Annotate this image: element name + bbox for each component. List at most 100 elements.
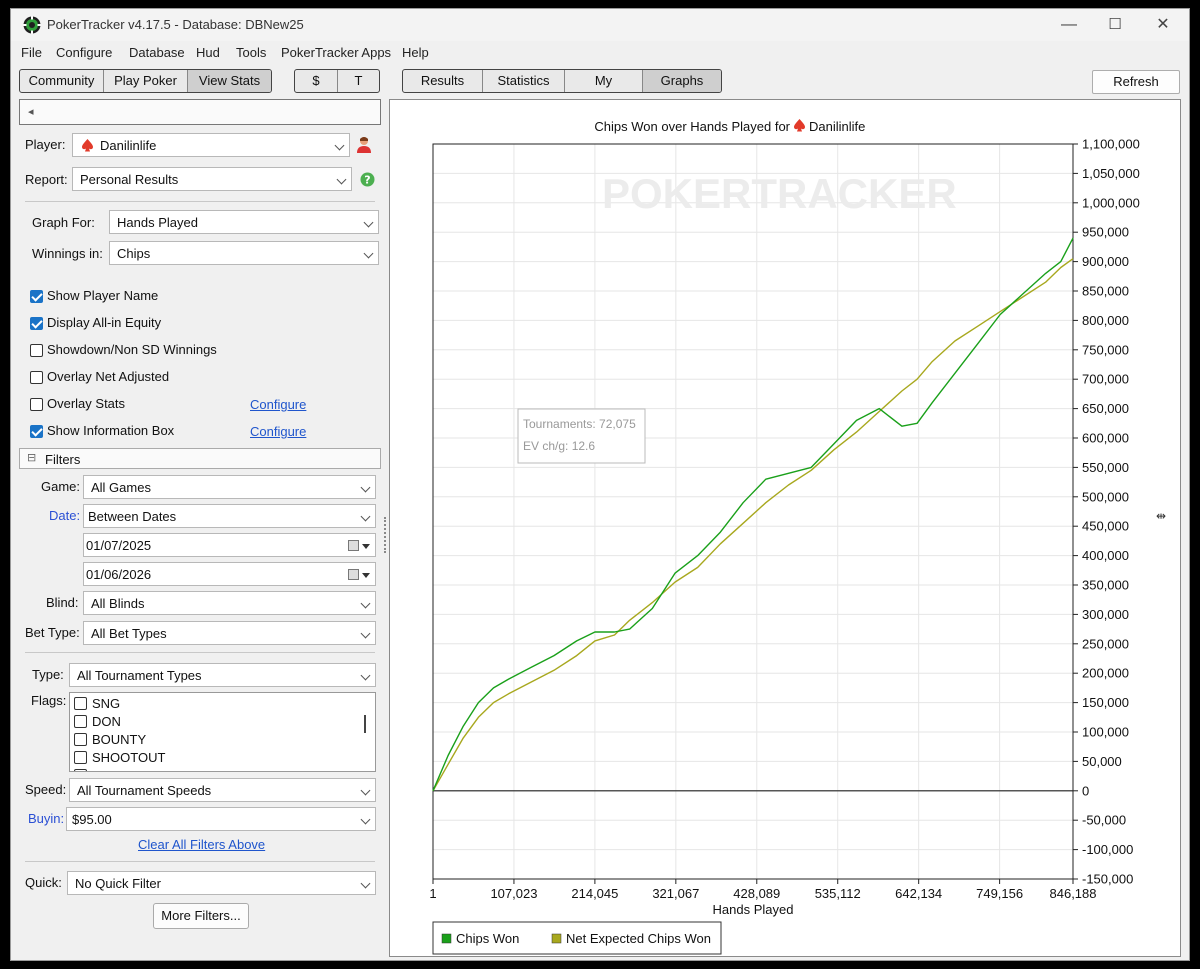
flags-list: SNG DON BOUNTY SHOOTOUT bbox=[69, 692, 376, 772]
chips-won-chart: POKERTRACKER 1,100,000 1,050,000 1,000,000… bbox=[429, 119, 1166, 955]
flag-bounty-checkbox[interactable] bbox=[74, 733, 87, 746]
menu-help[interactable]: Help bbox=[402, 45, 429, 60]
information-box-configure-link[interactable]: Configure bbox=[250, 424, 306, 439]
quick-label: Quick: bbox=[25, 875, 62, 890]
info-ev-chips-per-game: EV ch/g: 12.6 bbox=[523, 439, 595, 453]
x-axis: 1 107,023 214,045 321,067 428,089 535,112 642,… bbox=[429, 879, 1097, 901]
axis-resize-icon[interactable]: ⇹ bbox=[1156, 509, 1166, 523]
showdown-winnings-checkbox[interactable] bbox=[30, 344, 43, 357]
filters-title: Filters bbox=[45, 452, 81, 467]
winnings-in-select[interactable]: Chips bbox=[109, 241, 379, 265]
x-tick-label: 749,156 bbox=[976, 886, 1023, 901]
graph-for-select[interactable]: Hands Played bbox=[109, 210, 379, 234]
x-tick-label: 642,134 bbox=[895, 886, 942, 901]
overlay-stats-configure-link[interactable]: Configure bbox=[250, 397, 306, 412]
date-select[interactable]: Between Dates bbox=[83, 504, 376, 528]
close-button[interactable]: ✕ bbox=[1153, 15, 1173, 35]
flag-don-label: DON bbox=[92, 714, 121, 729]
statistics-button[interactable]: Statistics bbox=[483, 70, 565, 92]
game-select[interactable]: All Games bbox=[83, 475, 376, 499]
refresh-button[interactable]: Refresh bbox=[1092, 70, 1180, 94]
menu-bar: File Configure Database Hud Tools PokerT… bbox=[11, 43, 1189, 63]
overlay-net-adjusted-checkbox[interactable] bbox=[30, 371, 43, 384]
display-all-in-equity-checkbox[interactable] bbox=[30, 317, 43, 330]
calendar-icon bbox=[348, 540, 359, 551]
menu-pokertracker-apps[interactable]: PokerTracker Apps bbox=[281, 45, 391, 60]
y-tick-label: 500,000 bbox=[1082, 489, 1129, 504]
quick-filter-value: No Quick Filter bbox=[75, 876, 161, 891]
buyin-label[interactable]: Buyin: bbox=[28, 811, 64, 826]
date-to-picker[interactable]: 01/06/2026 bbox=[83, 562, 376, 586]
view-stats-button[interactable]: View Stats bbox=[188, 70, 271, 92]
chart-grid bbox=[432, 143, 1074, 880]
blind-label: Blind: bbox=[46, 595, 79, 610]
flag-sng-checkbox[interactable] bbox=[74, 697, 87, 710]
my-reports-button[interactable]: My Reports bbox=[565, 70, 643, 92]
minimize-button[interactable]: — bbox=[1059, 15, 1079, 35]
y-tick-label: 450,000 bbox=[1082, 519, 1129, 534]
info-tournaments: Tournaments: 72,075 bbox=[523, 417, 636, 431]
blind-select[interactable]: All Blinds bbox=[83, 591, 376, 615]
buyin-value: $95.00 bbox=[72, 812, 112, 827]
menu-configure[interactable]: Configure bbox=[56, 45, 112, 60]
tournament-t-button[interactable]: T bbox=[338, 70, 379, 92]
graphs-button[interactable]: Graphs bbox=[643, 70, 721, 92]
player-avatar-icon[interactable] bbox=[356, 136, 372, 154]
flag-shootout-checkbox[interactable] bbox=[74, 751, 87, 764]
chevron-down-icon bbox=[360, 598, 371, 609]
bet-type-select[interactable]: All Bet Types bbox=[83, 621, 376, 645]
community-button[interactable]: Community bbox=[20, 70, 104, 92]
chevron-down-icon bbox=[360, 814, 371, 825]
more-filters-button[interactable]: More Filters... bbox=[153, 903, 249, 929]
flag-bounty-label: BOUNTY bbox=[92, 732, 147, 747]
show-information-box-checkbox[interactable] bbox=[30, 425, 43, 438]
filters-header[interactable]: ⊟ Filters bbox=[19, 448, 381, 469]
menu-file[interactable]: File bbox=[21, 45, 42, 60]
buyin-select[interactable]: $95.00 bbox=[66, 807, 376, 831]
y-axis: 1,100,000 1,050,000 1,000,000 950,000 900,00… bbox=[1073, 137, 1140, 887]
quick-filter-select[interactable]: No Quick Filter bbox=[67, 871, 376, 895]
date-from-picker[interactable]: 01/07/2025 bbox=[83, 533, 376, 557]
flag-next-checkbox[interactable] bbox=[74, 769, 87, 771]
play-poker-button[interactable]: Play Poker bbox=[104, 70, 188, 92]
chevron-down-icon bbox=[336, 174, 347, 185]
flag-don-checkbox[interactable] bbox=[74, 715, 87, 728]
y-tick-label: 100,000 bbox=[1082, 725, 1129, 740]
help-icon[interactable]: ? bbox=[360, 172, 375, 187]
tournament-type-select[interactable]: All Tournament Types bbox=[69, 663, 376, 687]
speed-select[interactable]: All Tournament Speeds bbox=[69, 778, 376, 802]
legend-chips-won-swatch bbox=[441, 933, 452, 944]
y-tick-label: -150,000 bbox=[1082, 872, 1133, 887]
date-value: Between Dates bbox=[88, 509, 177, 524]
show-player-name-checkbox[interactable] bbox=[30, 290, 43, 303]
y-tick-label: 1,050,000 bbox=[1082, 166, 1140, 181]
spade-suit-icon bbox=[82, 139, 93, 152]
report-select[interactable]: Personal Results bbox=[72, 167, 352, 191]
results-button[interactable]: Results bbox=[403, 70, 483, 92]
series-lines bbox=[432, 237, 1074, 792]
type-label: Type: bbox=[32, 667, 64, 682]
x-tick-label: 428,089 bbox=[733, 886, 780, 901]
player-select[interactable]: Danilinlife bbox=[72, 133, 350, 157]
menu-hud[interactable]: Hud bbox=[196, 45, 220, 60]
game-value: All Games bbox=[91, 480, 151, 495]
calendar-icon bbox=[348, 569, 359, 580]
bet-type-label: Bet Type: bbox=[25, 625, 80, 640]
dollar-button[interactable]: $ bbox=[295, 70, 338, 92]
maximize-button[interactable]: ☐ bbox=[1105, 15, 1125, 35]
y-tick-label: 650,000 bbox=[1082, 401, 1129, 416]
collapse-panel-bar[interactable]: ◂ bbox=[19, 99, 381, 125]
date-label[interactable]: Date: bbox=[49, 508, 80, 523]
overlay-stats-checkbox[interactable] bbox=[30, 398, 43, 411]
chevron-down-icon bbox=[360, 482, 371, 493]
x-tick-label: 846,188 bbox=[1050, 886, 1097, 901]
clear-all-filters-link[interactable]: Clear All Filters Above bbox=[138, 837, 265, 852]
left-panel: ◂ Player: Danilinlife Report: Personal R… bbox=[19, 99, 382, 957]
date-from-value: 01/07/2025 bbox=[86, 538, 152, 553]
graph-panel: POKERTRACKER 1,100,000 1,050,000 1,000,000… bbox=[389, 99, 1181, 957]
menu-tools[interactable]: Tools bbox=[236, 45, 266, 60]
panel-splitter[interactable] bbox=[384, 517, 387, 553]
x-tick-label: 321,067 bbox=[652, 886, 699, 901]
flags-scrollbar[interactable] bbox=[364, 715, 366, 733]
menu-database[interactable]: Database bbox=[129, 45, 185, 60]
